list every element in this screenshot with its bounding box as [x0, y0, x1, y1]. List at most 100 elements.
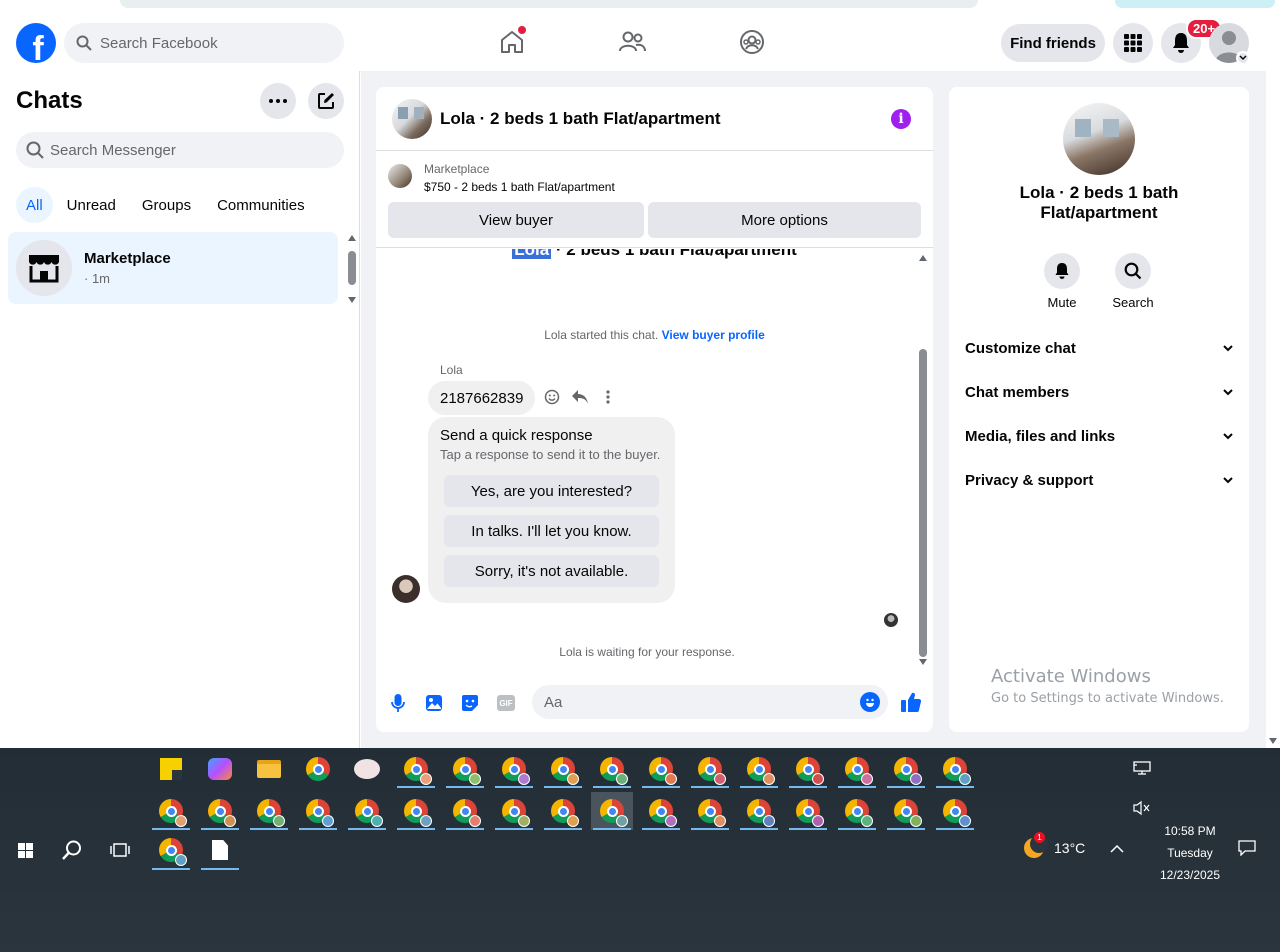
accordion-privacy-support[interactable]: Privacy & support [957, 460, 1241, 500]
taskbar-chrome-profile[interactable] [836, 750, 878, 788]
nav-groups[interactable] [734, 26, 770, 58]
network-icon[interactable] [1133, 760, 1151, 781]
chats-options-button[interactable] [260, 83, 296, 119]
filter-tab-all[interactable]: All [16, 187, 53, 223]
taskbar-sticky-notes[interactable] [150, 750, 192, 788]
taskbar-snipping-tool[interactable] [346, 750, 388, 788]
taskbar-chrome[interactable] [297, 750, 339, 788]
nav-friends[interactable] [614, 26, 650, 58]
accordion-media-files-links[interactable]: Media, files and links [957, 416, 1241, 456]
mute-button[interactable] [1044, 253, 1080, 289]
taskbar-chrome-profile[interactable] [542, 750, 584, 788]
taskbar-chrome-profile[interactable] [640, 750, 682, 788]
chat-info-avatar[interactable] [1063, 103, 1135, 175]
taskbar-chrome-profile[interactable] [689, 792, 731, 830]
microphone-icon[interactable] [388, 693, 408, 713]
taskbar-chrome-profile[interactable] [493, 750, 535, 788]
more-options-button[interactable]: More options [648, 202, 921, 238]
search-in-chat-button[interactable] [1115, 253, 1151, 289]
search-messenger-input[interactable] [50, 141, 310, 159]
page-scrollbar[interactable] [1266, 14, 1280, 748]
taskbar-chrome-profile[interactable] [150, 792, 192, 830]
taskbar-chrome-profile[interactable] [444, 750, 486, 788]
filter-tab-groups[interactable]: Groups [130, 187, 203, 223]
volume-muted-icon[interactable] [1133, 800, 1151, 819]
search-facebook-box[interactable] [64, 23, 344, 63]
listing-price-title[interactable]: $750 - 2 beds 1 bath Flat/apartment [424, 180, 615, 194]
taskbar-chrome-profile[interactable] [297, 792, 339, 830]
reply-icon[interactable] [570, 387, 590, 407]
search-messenger-box[interactable] [16, 132, 344, 168]
taskbar-chrome-profile[interactable] [444, 792, 486, 830]
conversation-title[interactable]: Lola · 2 beds 1 bath Flat/apartment [440, 109, 721, 129]
scrollbar-thumb[interactable] [348, 251, 356, 285]
scrollbar-thumb[interactable] [919, 349, 927, 657]
quick-response-not-available-button[interactable]: Sorry, it's not available. [444, 555, 659, 587]
taskbar-chrome-profile[interactable] [836, 792, 878, 830]
browser-address-bar[interactable] [120, 0, 978, 8]
taskbar-chrome-profile-active[interactable] [591, 792, 633, 830]
sticker-icon[interactable] [460, 693, 480, 713]
scroll-up-arrow-icon[interactable] [348, 235, 356, 241]
taskbar-chrome-profile[interactable] [395, 750, 437, 788]
show-hidden-icons[interactable] [1110, 840, 1124, 858]
thumbs-up-icon[interactable] [900, 691, 922, 713]
taskbar-chrome-profile[interactable] [493, 792, 535, 830]
taskbar-pinned-chrome[interactable] [150, 830, 192, 870]
new-message-button[interactable] [308, 83, 344, 119]
facebook-logo[interactable]: f [16, 23, 56, 63]
sender-avatar[interactable] [392, 575, 420, 603]
search-action[interactable]: Search [1103, 253, 1163, 310]
gif-icon[interactable]: GIF [496, 693, 516, 713]
view-buyer-button[interactable]: View buyer [388, 202, 644, 238]
listing-thumbnail[interactable] [392, 98, 432, 139]
taskbar-chrome-profile[interactable] [787, 792, 829, 830]
notification-center[interactable] [1238, 840, 1256, 861]
taskbar-chrome-profile[interactable] [787, 750, 829, 788]
taskbar-file-explorer[interactable] [248, 750, 290, 788]
photo-icon[interactable] [424, 693, 444, 713]
chats-scrollbar[interactable] [345, 235, 359, 303]
accordion-chat-members[interactable]: Chat members [957, 372, 1241, 412]
taskbar-copilot[interactable] [199, 750, 241, 788]
taskbar-chrome-profile[interactable] [591, 750, 633, 788]
scroll-down-arrow-icon[interactable] [1269, 738, 1277, 744]
scroll-down-arrow-icon[interactable] [919, 659, 927, 665]
message-input[interactable] [544, 693, 844, 711]
taskbar-chrome-profile[interactable] [640, 792, 682, 830]
taskbar-search-button[interactable] [56, 830, 88, 870]
quick-response-interested-button[interactable]: Yes, are you interested? [444, 475, 659, 507]
task-view-button[interactable] [104, 830, 136, 870]
message-bubble[interactable]: 2187662839 [428, 381, 536, 415]
taskbar-chrome-profile[interactable] [346, 792, 388, 830]
find-friends-button[interactable]: Find friends [1001, 24, 1105, 62]
thread-scrollbar[interactable] [918, 255, 928, 665]
chat-item-marketplace[interactable]: Marketplace · 1m [8, 232, 338, 304]
taskbar-chrome-profile[interactable] [395, 792, 437, 830]
menu-button[interactable] [1113, 23, 1153, 63]
taskbar-chrome-profile[interactable] [885, 792, 927, 830]
scroll-up-arrow-icon[interactable] [919, 255, 927, 261]
taskbar-chrome-profile[interactable] [248, 792, 290, 830]
start-button[interactable] [10, 830, 40, 870]
account-menu-caret[interactable] [1236, 51, 1250, 65]
taskbar-pinned-file[interactable] [199, 830, 241, 870]
taskbar-chrome-profile[interactable] [738, 792, 780, 830]
search-facebook-input[interactable] [100, 34, 320, 52]
filter-tab-communities[interactable]: Communities [205, 187, 317, 223]
taskbar-chrome-profile[interactable] [689, 750, 731, 788]
browser-extension-pill[interactable] [1115, 0, 1275, 8]
taskbar-chrome-profile[interactable] [738, 750, 780, 788]
scroll-down-arrow-icon[interactable] [348, 297, 356, 303]
mute-action[interactable]: Mute [1032, 253, 1092, 310]
taskbar-chrome-profile[interactable] [199, 792, 241, 830]
emoji-icon[interactable] [860, 692, 880, 712]
view-buyer-profile-link[interactable]: View buyer profile [662, 328, 765, 342]
filter-tab-unread[interactable]: Unread [55, 187, 128, 223]
weather-widget[interactable]: 1 13°C [1024, 832, 1085, 858]
react-emoji-icon[interactable] [542, 387, 562, 407]
taskbar-chrome-profile[interactable] [542, 792, 584, 830]
more-vertical-icon[interactable] [598, 387, 618, 407]
accordion-customize-chat[interactable]: Customize chat [957, 328, 1241, 368]
taskbar-chrome-profile[interactable] [885, 750, 927, 788]
